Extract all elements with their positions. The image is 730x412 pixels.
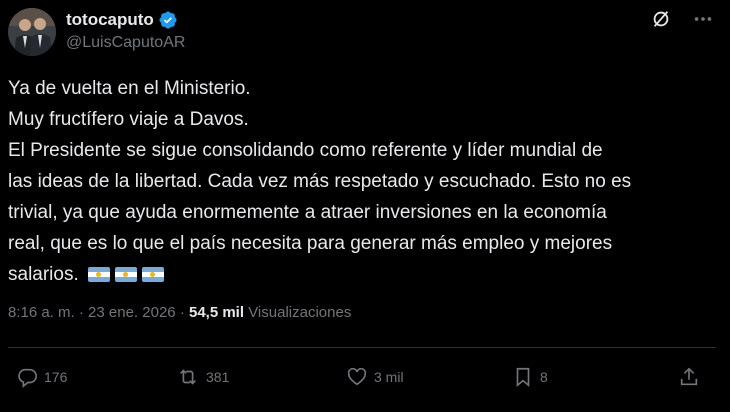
- reply-icon: [16, 366, 38, 388]
- tweet-text-line: real, que es lo que el país necesita par…: [8, 233, 613, 254]
- reply-button[interactable]: 176: [16, 366, 67, 388]
- tweet-text-line: Muy fructífero viaje a Davos.: [8, 109, 249, 130]
- author-name[interactable]: totocaputo: [66, 10, 154, 30]
- like-button[interactable]: 3 mil: [346, 366, 404, 388]
- verified-badge-icon: [158, 10, 178, 30]
- post-meta: 8:16 a. m. · 23 ene. 2026 · 54,5 mil Vis…: [8, 304, 351, 321]
- argentina-flag-icon: [142, 267, 165, 283]
- avatar[interactable]: [8, 8, 56, 56]
- more-options-icon[interactable]: [692, 8, 714, 30]
- bookmark-count: 8: [540, 369, 548, 385]
- bookmark-icon: [512, 366, 534, 388]
- argentina-flag-icon: [115, 267, 138, 283]
- argentina-flag-icon: [88, 267, 111, 283]
- share-icon: [678, 366, 700, 388]
- bookmark-button[interactable]: 8: [512, 366, 548, 388]
- grok-icon[interactable]: [650, 8, 672, 30]
- repost-icon: [176, 366, 200, 388]
- author-handle[interactable]: @LuisCaputoAR: [66, 34, 185, 52]
- action-bar: 176 381 3 mil 8: [8, 362, 716, 396]
- post-time[interactable]: 8:16 a. m.: [8, 304, 75, 321]
- share-button[interactable]: [678, 366, 700, 388]
- tweet-text-line: salarios.: [8, 264, 79, 285]
- author-name-row: totocaputo: [66, 10, 178, 30]
- like-icon: [346, 366, 368, 388]
- avatar-image: [8, 8, 56, 56]
- tweet-text: Ya de vuelta en el Ministerio. Muy fruct…: [8, 73, 708, 290]
- meta-separator: ·: [179, 304, 185, 321]
- repost-button[interactable]: 381: [176, 366, 229, 388]
- tweet-text-line: Ya de vuelta en el Ministerio.: [8, 78, 251, 99]
- meta-separator: ·: [78, 304, 84, 321]
- tweet: totocaputo @LuisCaputoAR Ya de vuelta en…: [0, 0, 730, 412]
- divider: [8, 347, 716, 348]
- like-count: 3 mil: [374, 369, 404, 385]
- repost-count: 381: [206, 369, 230, 385]
- views-label: Visualizaciones: [248, 304, 352, 321]
- reply-count: 176: [44, 369, 68, 385]
- tweet-text-last-line: salarios.: [8, 259, 708, 290]
- emoji-group: [88, 267, 165, 283]
- tweet-text-line: El Presidente se sigue consolidando como…: [8, 140, 603, 161]
- post-date[interactable]: 23 ene. 2026: [88, 304, 176, 321]
- top-actions: [650, 8, 714, 30]
- tweet-text-line: las ideas de la libertad. Cada vez más r…: [8, 171, 632, 192]
- views-count: 54,5 mil: [188, 304, 245, 321]
- tweet-text-line: trivial, ya que ayuda enormemente a atra…: [8, 202, 607, 223]
